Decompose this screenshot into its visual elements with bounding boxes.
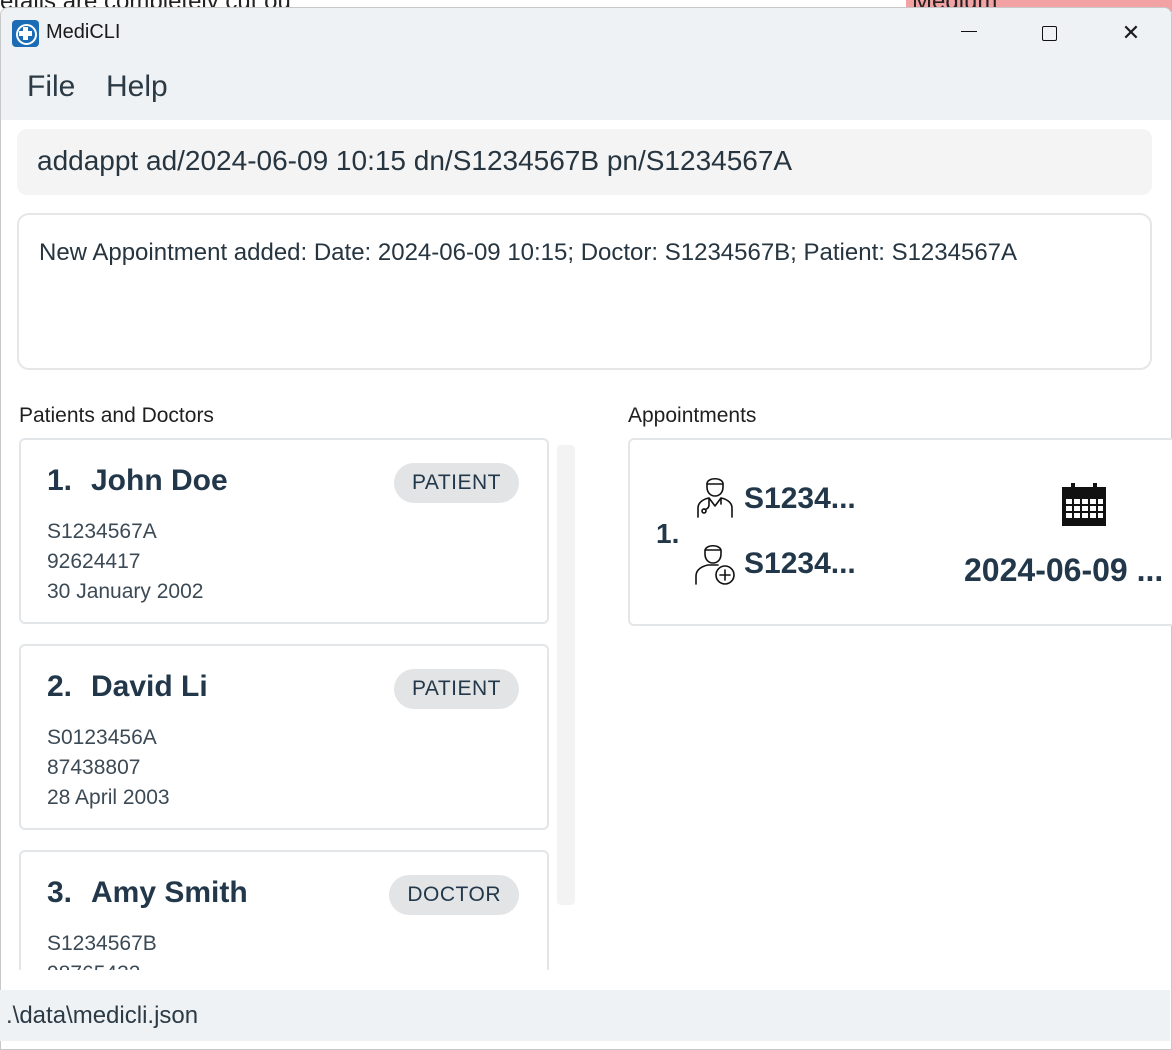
- menu-help[interactable]: Help: [106, 70, 168, 104]
- data-file-path: .\data\medicli.json: [6, 1002, 199, 1029]
- appointments-panel-label: Appointments: [628, 404, 757, 427]
- person-list[interactable]: 1. John Doe PATIENT S1234567A 92624417 3…: [17, 430, 557, 970]
- person-phone: 98765432: [47, 962, 140, 970]
- person-card[interactable]: 1. John Doe PATIENT S1234567A 92624417 3…: [19, 438, 549, 624]
- title-bar[interactable]: MediCLI ✕: [1, 8, 1171, 58]
- person-dob: 30 January 2002: [47, 580, 204, 603]
- person-name: Amy Smith: [91, 876, 248, 909]
- person-nric: S0123456A: [47, 726, 157, 749]
- person-phone: 87438807: [47, 756, 141, 779]
- persons-panel-label: Patients and Doctors: [19, 404, 214, 427]
- person-name: David Li: [91, 670, 208, 703]
- person-dob: 28 April 2003: [47, 786, 170, 809]
- person-index: 3.: [47, 876, 73, 909]
- appointment-date: 2024-06-09 ...: [964, 552, 1164, 588]
- maximize-icon: [1041, 25, 1057, 41]
- maximize-button[interactable]: [1009, 8, 1089, 58]
- role-badge: DOCTOR: [389, 875, 519, 915]
- command-input-value: addappt ad/2024-06-09 10:15 dn/S1234567B…: [37, 145, 793, 176]
- person-index: 1.: [47, 464, 73, 497]
- appointment-doctor: S1234...: [744, 482, 856, 515]
- medicli-logo-icon: [12, 20, 39, 47]
- menu-file[interactable]: File: [27, 70, 75, 104]
- person-nric: S1234567A: [47, 520, 157, 543]
- appointment-index: 1.: [656, 518, 680, 549]
- person-card[interactable]: 3. Amy Smith DOCTOR S1234567B 98765432: [19, 850, 549, 970]
- person-nric: S1234567B: [47, 932, 157, 955]
- calendar-icon: [1062, 483, 1106, 526]
- appointment-patient: S1234...: [744, 547, 856, 580]
- person-list-scrollbar[interactable]: [557, 445, 575, 905]
- minimize-button[interactable]: [929, 8, 1009, 58]
- result-display[interactable]: New Appointment added: Date: 2024-06-09 …: [17, 213, 1152, 370]
- status-bar: .\data\medicli.json: [0, 990, 1170, 1041]
- close-button[interactable]: ✕: [1091, 8, 1171, 58]
- menu-bar: File Help: [1, 58, 1171, 120]
- patient-icon: [695, 544, 735, 585]
- person-phone: 92624417: [47, 550, 141, 573]
- result-message: New Appointment added: Date: 2024-06-09 …: [39, 239, 1018, 266]
- person-index: 2.: [47, 670, 73, 703]
- role-badge: PATIENT: [393, 463, 519, 503]
- person-card[interactable]: 2. David Li PATIENT S0123456A 87438807 2…: [19, 644, 549, 830]
- person-name: John Doe: [91, 464, 228, 497]
- close-icon: ✕: [1121, 20, 1141, 45]
- role-badge: PATIENT: [393, 669, 519, 709]
- window-title: MediCLI: [46, 21, 121, 43]
- minimize-icon: [961, 30, 977, 32]
- appointment-card[interactable]: 1. S1234... S1234... 2024-06-09 ...: [628, 438, 1172, 626]
- doctor-icon: [697, 477, 733, 518]
- command-input[interactable]: addappt ad/2024-06-09 10:15 dn/S1234567B…: [17, 129, 1152, 195]
